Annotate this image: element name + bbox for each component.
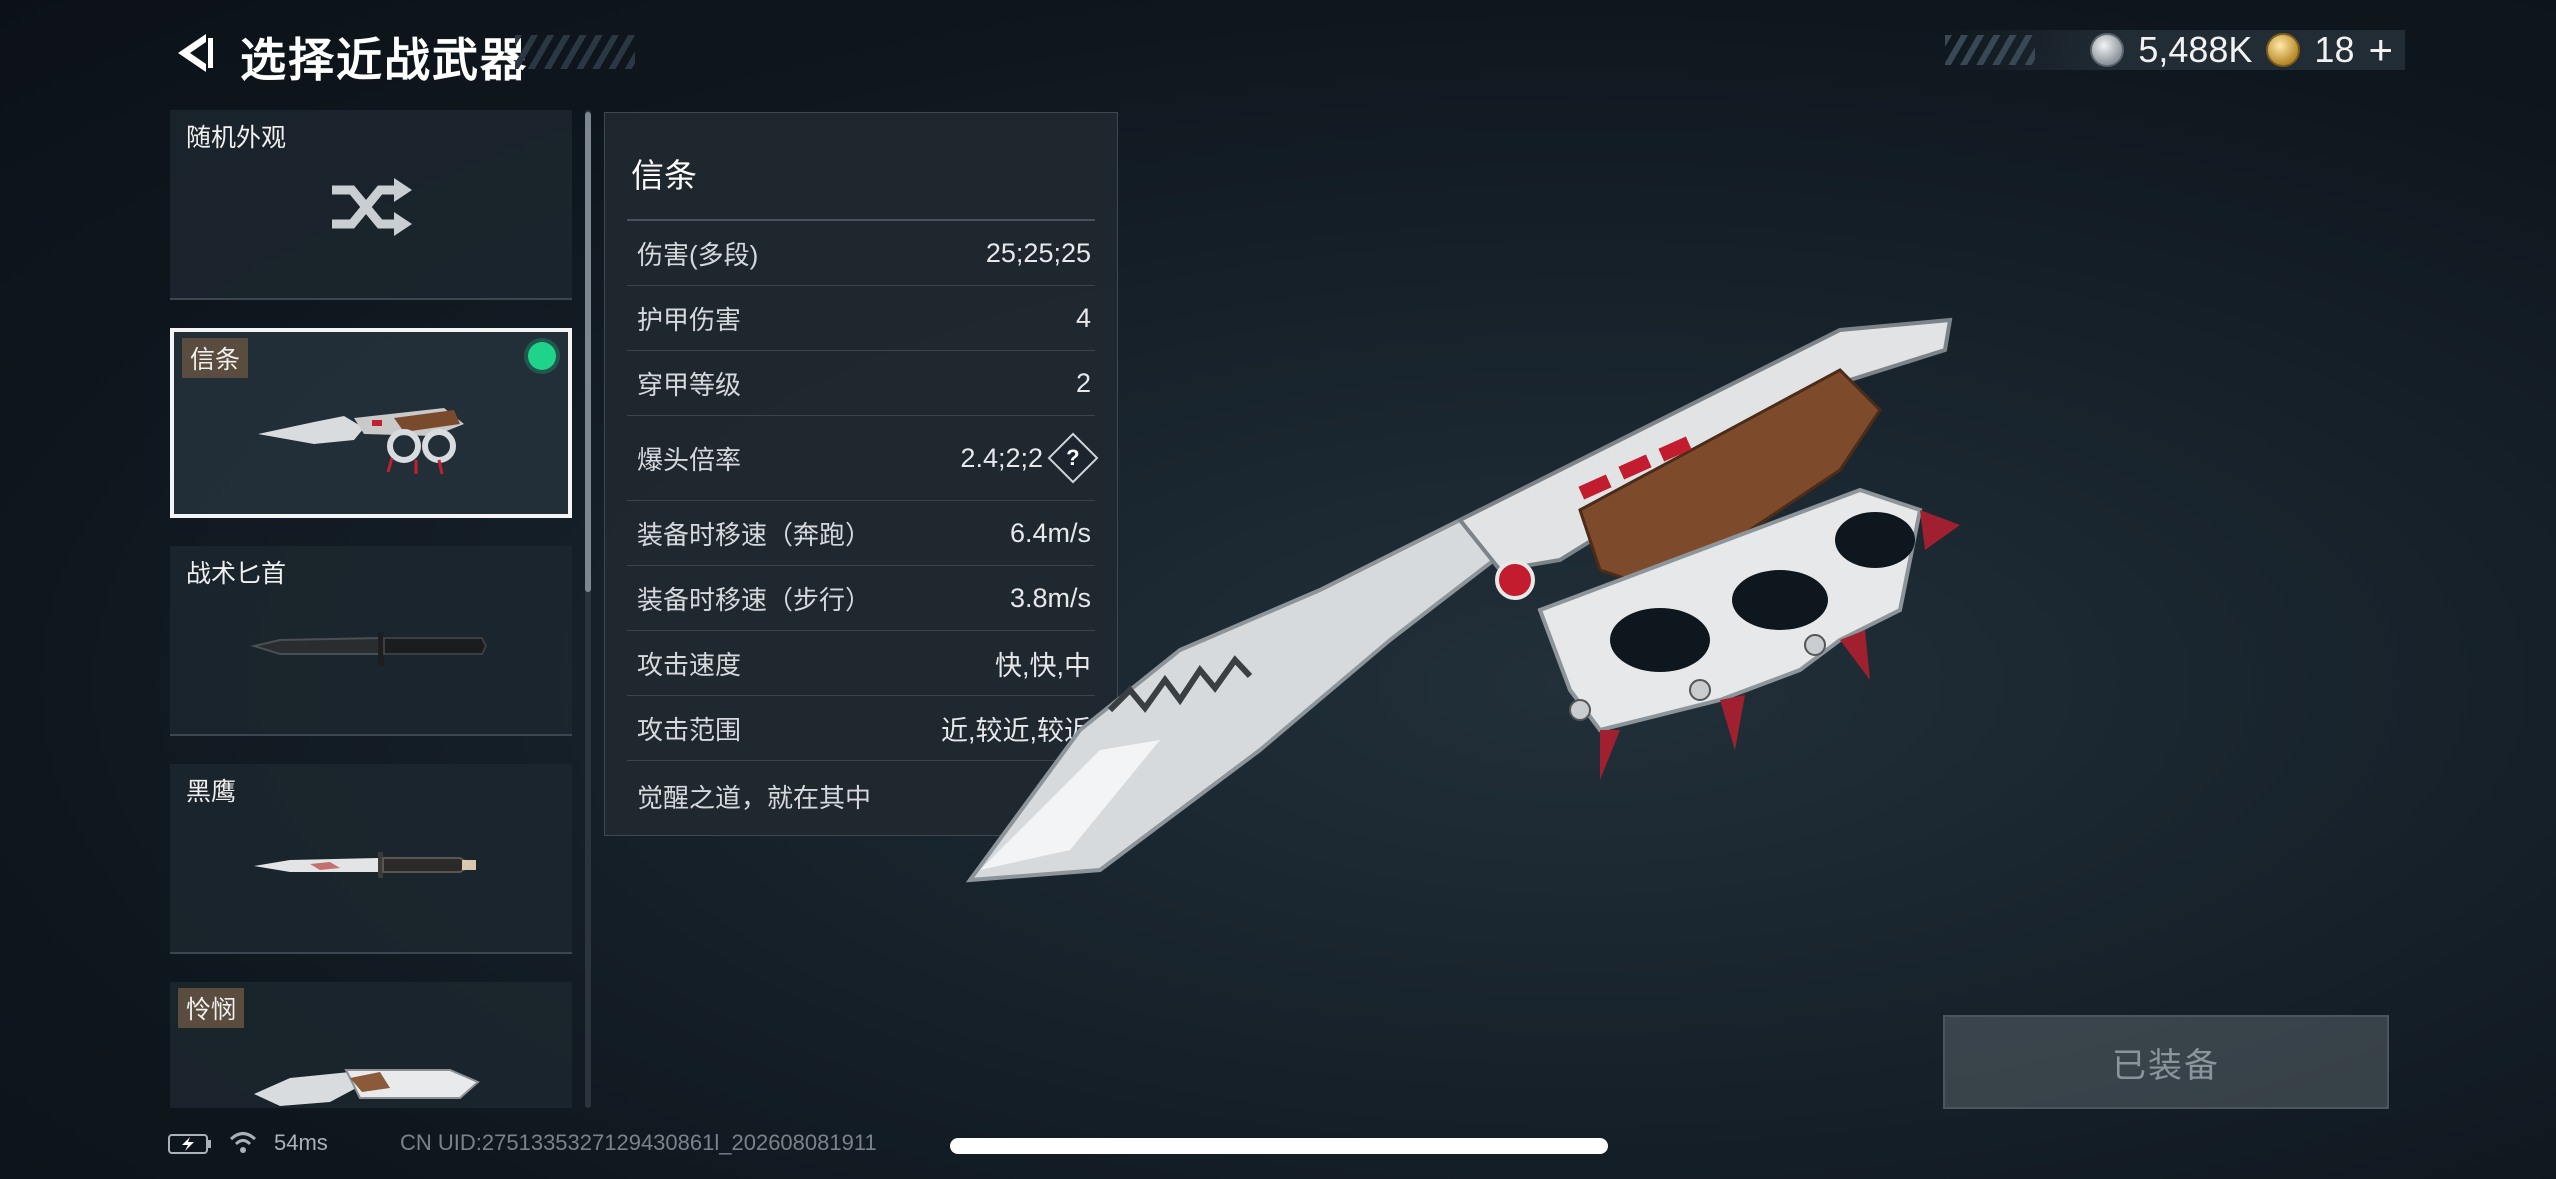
stat-label: 爆头倍率 bbox=[637, 444, 742, 475]
stat-label: 装备时移速（奔跑） bbox=[637, 519, 872, 550]
stat-label: 攻击范围 bbox=[637, 714, 742, 745]
title-decoration bbox=[515, 35, 635, 69]
weapon-card-mercy[interactable]: 怜悯 bbox=[170, 982, 572, 1108]
silver-balance: 5,488K bbox=[2138, 29, 2253, 70]
stat-label: 攻击速度 bbox=[637, 649, 742, 680]
equipped-indicator-icon bbox=[528, 342, 556, 370]
weapon-card-creed[interactable]: 信条 bbox=[170, 328, 572, 518]
weapon-preview-image[interactable] bbox=[960, 310, 1980, 910]
battery-icon bbox=[168, 1134, 211, 1154]
shuffle-icon bbox=[332, 178, 412, 236]
creed-knife-render-icon bbox=[965, 317, 1960, 883]
chevron-left-icon bbox=[178, 34, 213, 72]
weapon-card-random[interactable]: 随机外观 bbox=[170, 110, 572, 300]
weapon-card-tactical-dagger[interactable]: 战术匕首 bbox=[170, 546, 572, 736]
user-uid: CN UID:2751335327129430861l_202608081911 bbox=[400, 1130, 877, 1155]
weapon-list[interactable]: 随机外观 信条 战术匕首 黑鹰 怜悯 bbox=[170, 110, 572, 1108]
mercy-knife-icon bbox=[254, 1069, 480, 1106]
stat-label: 伤害(多段) bbox=[637, 239, 759, 270]
stat-value: 25;25;25 bbox=[986, 238, 1095, 269]
currency-decoration bbox=[1945, 35, 2035, 65]
black-hawk-knife-icon bbox=[254, 852, 476, 878]
network-latency: 54ms bbox=[274, 1130, 328, 1155]
currency-bar: 5,488K 18 + bbox=[1945, 26, 2405, 73]
weapon-motto: 觉醒之道，就在其中 bbox=[637, 783, 872, 813]
page-title: 选择近战武器 bbox=[240, 34, 528, 86]
creed-knife-icon bbox=[258, 408, 464, 475]
weapon-card-black-hawk[interactable]: 黑鹰 bbox=[170, 764, 572, 954]
back-button[interactable] bbox=[168, 28, 218, 78]
home-indicator[interactable] bbox=[950, 1138, 1608, 1154]
stat-label: 装备时移速（步行） bbox=[637, 584, 872, 615]
wifi-icon bbox=[229, 1132, 257, 1153]
weapon-card-label: 随机外观 bbox=[186, 124, 287, 152]
weapon-name: 信条 bbox=[631, 157, 697, 194]
stat-value-text: 25;25;25 bbox=[985, 237, 1091, 268]
gold-balance: 18 bbox=[2314, 29, 2355, 70]
weapon-card-label: 战术匕首 bbox=[186, 560, 287, 588]
weapon-card-label: 黑鹰 bbox=[186, 778, 237, 806]
weapon-card-label: 信条 bbox=[182, 338, 249, 378]
silver-coin-icon bbox=[2090, 33, 2125, 67]
tactical-dagger-icon bbox=[250, 632, 488, 666]
stat-label: 护甲伤害 bbox=[637, 304, 742, 335]
equip-button[interactable]: 已装备 bbox=[1943, 1015, 2389, 1109]
weapon-list-scroll-thumb[interactable] bbox=[585, 112, 591, 592]
stat-label: 穿甲等级 bbox=[637, 369, 742, 400]
gold-coin-icon bbox=[2266, 33, 2301, 67]
weapon-card-label: 怜悯 bbox=[178, 988, 245, 1028]
add-currency-button[interactable]: + bbox=[2368, 26, 2393, 74]
stat-row: 伤害(多段) 25;25;25 bbox=[627, 221, 1095, 286]
